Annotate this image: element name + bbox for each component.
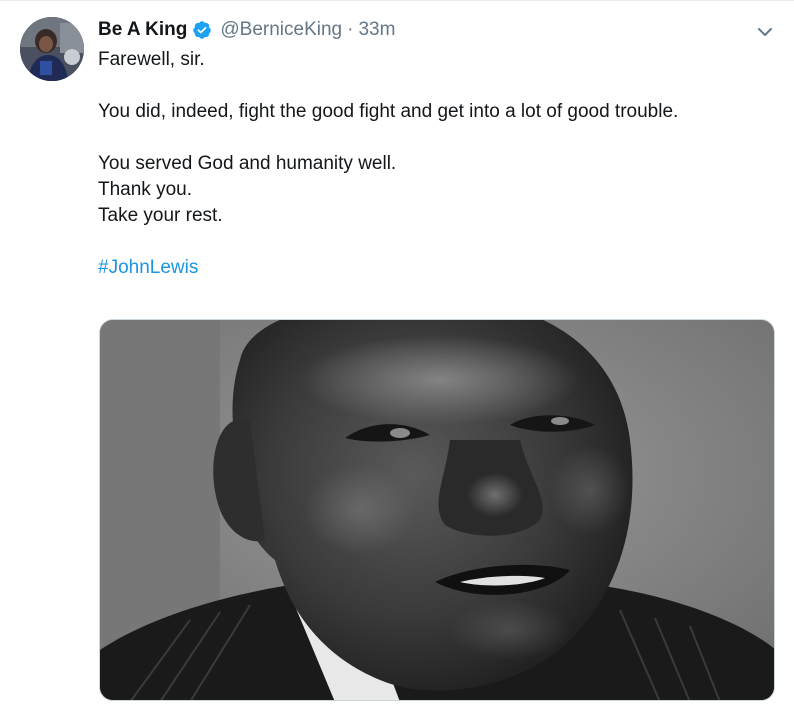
- separator-dot: ·: [347, 19, 354, 40]
- tweet-line: You served God and humanity well.: [98, 153, 397, 174]
- tweet-line: Farewell, sir.: [98, 49, 205, 70]
- avatar[interactable]: [20, 17, 84, 81]
- tweet-timestamp[interactable]: 33m: [358, 19, 395, 41]
- avatar-image: [20, 17, 84, 81]
- author-handle[interactable]: @BerniceKing: [220, 19, 342, 41]
- hashtag-link[interactable]: #JohnLewis: [98, 257, 198, 278]
- tweet-header: Be A King @BerniceKing · 33m: [98, 17, 395, 43]
- tweet-line: Take your rest.: [98, 205, 223, 226]
- tweet-text: Farewell, sir. You did, indeed, fight th…: [98, 47, 748, 281]
- chevron-down-icon[interactable]: [754, 21, 776, 43]
- portrait-image: [100, 320, 774, 700]
- tweet-line: You did, indeed, fight the good fight an…: [98, 101, 679, 122]
- tweet-line: Thank you.: [98, 179, 192, 200]
- tweet-media-photo[interactable]: [99, 319, 775, 701]
- display-name[interactable]: Be A King: [98, 19, 187, 41]
- tweet[interactable]: Be A King @BerniceKing · 33m Farewell, s…: [0, 0, 794, 714]
- verified-badge-icon: [192, 20, 212, 40]
